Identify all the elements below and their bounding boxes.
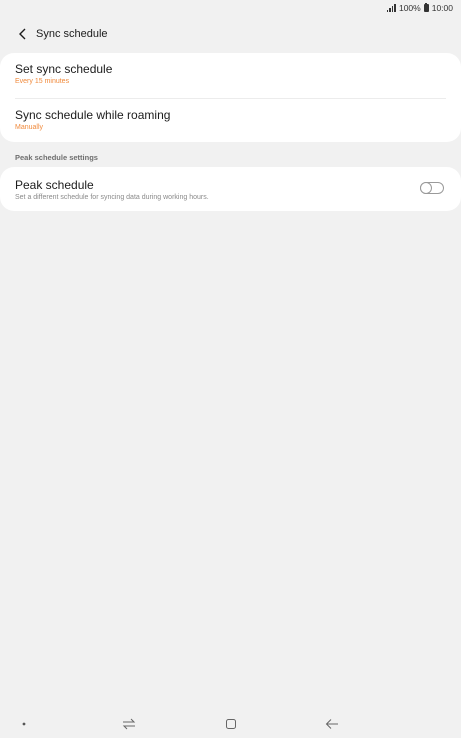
signal-icon <box>386 4 396 12</box>
sync-while-roaming-title: Sync schedule while roaming <box>15 108 171 122</box>
app-bar: Sync schedule <box>0 22 461 46</box>
toggle-knob <box>420 182 432 194</box>
recents-icon <box>122 718 136 730</box>
navigation-bar <box>0 708 461 738</box>
peak-schedule-card: Peak schedule Set a different schedule f… <box>0 167 461 211</box>
status-bar: 100% 10:00 <box>0 0 461 16</box>
set-sync-schedule-value: Every 15 minutes <box>15 78 70 85</box>
back-nav-button[interactable] <box>322 716 342 732</box>
set-sync-schedule-item[interactable]: Set sync schedule Every 15 minutes <box>0 62 461 86</box>
sync-while-roaming-value: Manually <box>15 124 44 131</box>
peak-schedule-toggle[interactable] <box>420 182 444 194</box>
home-button[interactable] <box>221 716 241 732</box>
peak-schedule-item[interactable]: Peak schedule Set a different schedule f… <box>0 178 411 202</box>
battery-percentage: 100% <box>398 3 421 13</box>
chevron-left-icon <box>19 28 26 40</box>
clock: 10:00 <box>431 3 453 13</box>
sync-while-roaming-item[interactable]: Sync schedule while roaming Manually <box>0 108 461 132</box>
dot-button[interactable] <box>14 716 34 732</box>
page-title: Sync schedule <box>36 28 108 40</box>
peak-schedule-section-header: Peak schedule settings <box>15 153 98 162</box>
dot-icon <box>22 722 26 726</box>
peak-schedule-title: Peak schedule <box>15 178 94 192</box>
set-sync-schedule-title: Set sync schedule <box>15 62 113 76</box>
back-arrow-icon <box>325 719 338 729</box>
sync-settings-card: Set sync schedule Every 15 minutes Sync … <box>0 53 461 142</box>
peak-schedule-description: Set a different schedule for syncing dat… <box>15 194 209 201</box>
recents-button[interactable] <box>119 716 139 732</box>
battery-icon <box>423 2 429 12</box>
back-button[interactable] <box>10 22 36 46</box>
home-icon <box>226 719 236 729</box>
divider <box>15 98 446 99</box>
